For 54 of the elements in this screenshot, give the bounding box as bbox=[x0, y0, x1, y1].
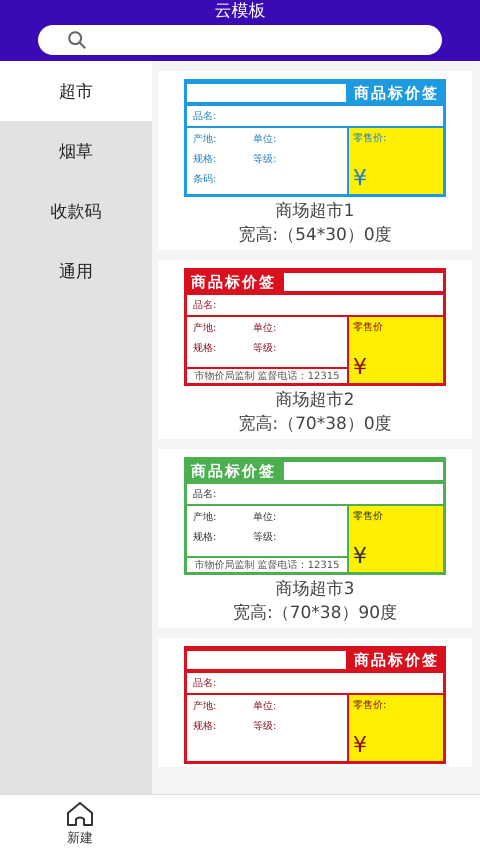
header-title: 云模板 bbox=[214, 0, 266, 22]
tag-label: 品名: bbox=[193, 299, 216, 312]
template-name: 商场超市2 bbox=[276, 389, 354, 412]
tag-currency: ¥ bbox=[353, 734, 368, 758]
tag-footer: 市物价局监制 监督电话：12315 bbox=[194, 369, 340, 383]
tag-footer: 市物价局监制 监督电话：12315 bbox=[194, 558, 340, 572]
tag-label: 产地: bbox=[193, 132, 218, 146]
search-field[interactable] bbox=[38, 25, 442, 55]
template-card[interactable]: 商品标价签 品名: 产地: 单位: 规格: 等级: 市物价局监制 监督电话：12315 零售价 ¥ 商场超市3 宽高:（70*38）90度 bbox=[158, 449, 472, 628]
category-item[interactable]: 超市 bbox=[0, 61, 152, 121]
tag-currency: ¥ bbox=[353, 545, 368, 569]
tag-currency: ¥ bbox=[353, 167, 368, 191]
template-name: 商场超市1 bbox=[276, 200, 354, 223]
tag-label: 等级: bbox=[253, 720, 278, 733]
tag-label: 品名: bbox=[193, 677, 216, 690]
tag-label: 产地: bbox=[193, 322, 218, 335]
template-size: 宽高:（70*38）90度 bbox=[232, 602, 398, 625]
template-name: 商场超市3 bbox=[276, 578, 354, 601]
tag-label: 单位: bbox=[253, 322, 278, 335]
tag-label: 规格: bbox=[193, 342, 218, 355]
category-item[interactable]: 烟草 bbox=[0, 121, 152, 181]
tag-label: 产地: bbox=[193, 700, 218, 713]
category-item[interactable]: 通用 bbox=[0, 241, 152, 301]
template-card[interactable]: 商品标价签 品名: 产地: 单位: 规格: 等级: 零售价: ¥ bbox=[158, 638, 472, 767]
tag-currency: ¥ bbox=[353, 356, 368, 380]
tag-label: 零售价 bbox=[353, 321, 384, 334]
tag-label: 等级: bbox=[253, 342, 278, 355]
template-card[interactable]: 商品标价签 品名: 产地: 单位: 规格: 等级: 条码: 零售价: ¥ 商场超市1 宽高:（54*30）0度 bbox=[158, 71, 472, 250]
template-size: 宽高:（54*30）0度 bbox=[238, 224, 392, 247]
tag-label: 零售价 bbox=[353, 510, 384, 523]
home-icon bbox=[65, 801, 95, 827]
tag-heading: 商品标价签 bbox=[190, 462, 277, 480]
tag-heading: 商品标价签 bbox=[353, 650, 440, 670]
tag-heading: 商品标价签 bbox=[353, 84, 440, 102]
tag-label: 零售价: bbox=[353, 699, 388, 712]
tag-label: 单位: bbox=[253, 132, 278, 146]
tag-label: 规格: bbox=[193, 720, 218, 733]
tag-label: 规格: bbox=[193, 152, 218, 166]
tag-label: 条码: bbox=[193, 173, 218, 186]
tag-label: 品名: bbox=[193, 488, 216, 501]
tag-label: 零售价: bbox=[353, 132, 388, 145]
tag-heading: 商品标价签 bbox=[190, 272, 277, 292]
tag-label: 单位: bbox=[253, 700, 278, 713]
search-icon bbox=[66, 29, 88, 51]
tag-label: 规格: bbox=[193, 530, 218, 544]
tag-label: 等级: bbox=[253, 153, 278, 166]
template-size: 宽高:（70*38）0度 bbox=[238, 413, 392, 436]
tag-label: 品名: bbox=[193, 110, 216, 123]
tag-label: 等级: bbox=[253, 531, 278, 544]
category-item[interactable]: 收款码 bbox=[0, 181, 152, 241]
nav-label: 新建 bbox=[67, 830, 93, 847]
template-card[interactable]: 商品标价签 品名: 产地: 单位: 规格: 等级: 市物价局监制 监督电话：12315 零售价 ¥ 商场超市2 宽高:（70*38）0度 bbox=[158, 260, 472, 439]
tag-label: 单位: bbox=[253, 510, 278, 524]
tag-label: 产地: bbox=[193, 510, 218, 524]
